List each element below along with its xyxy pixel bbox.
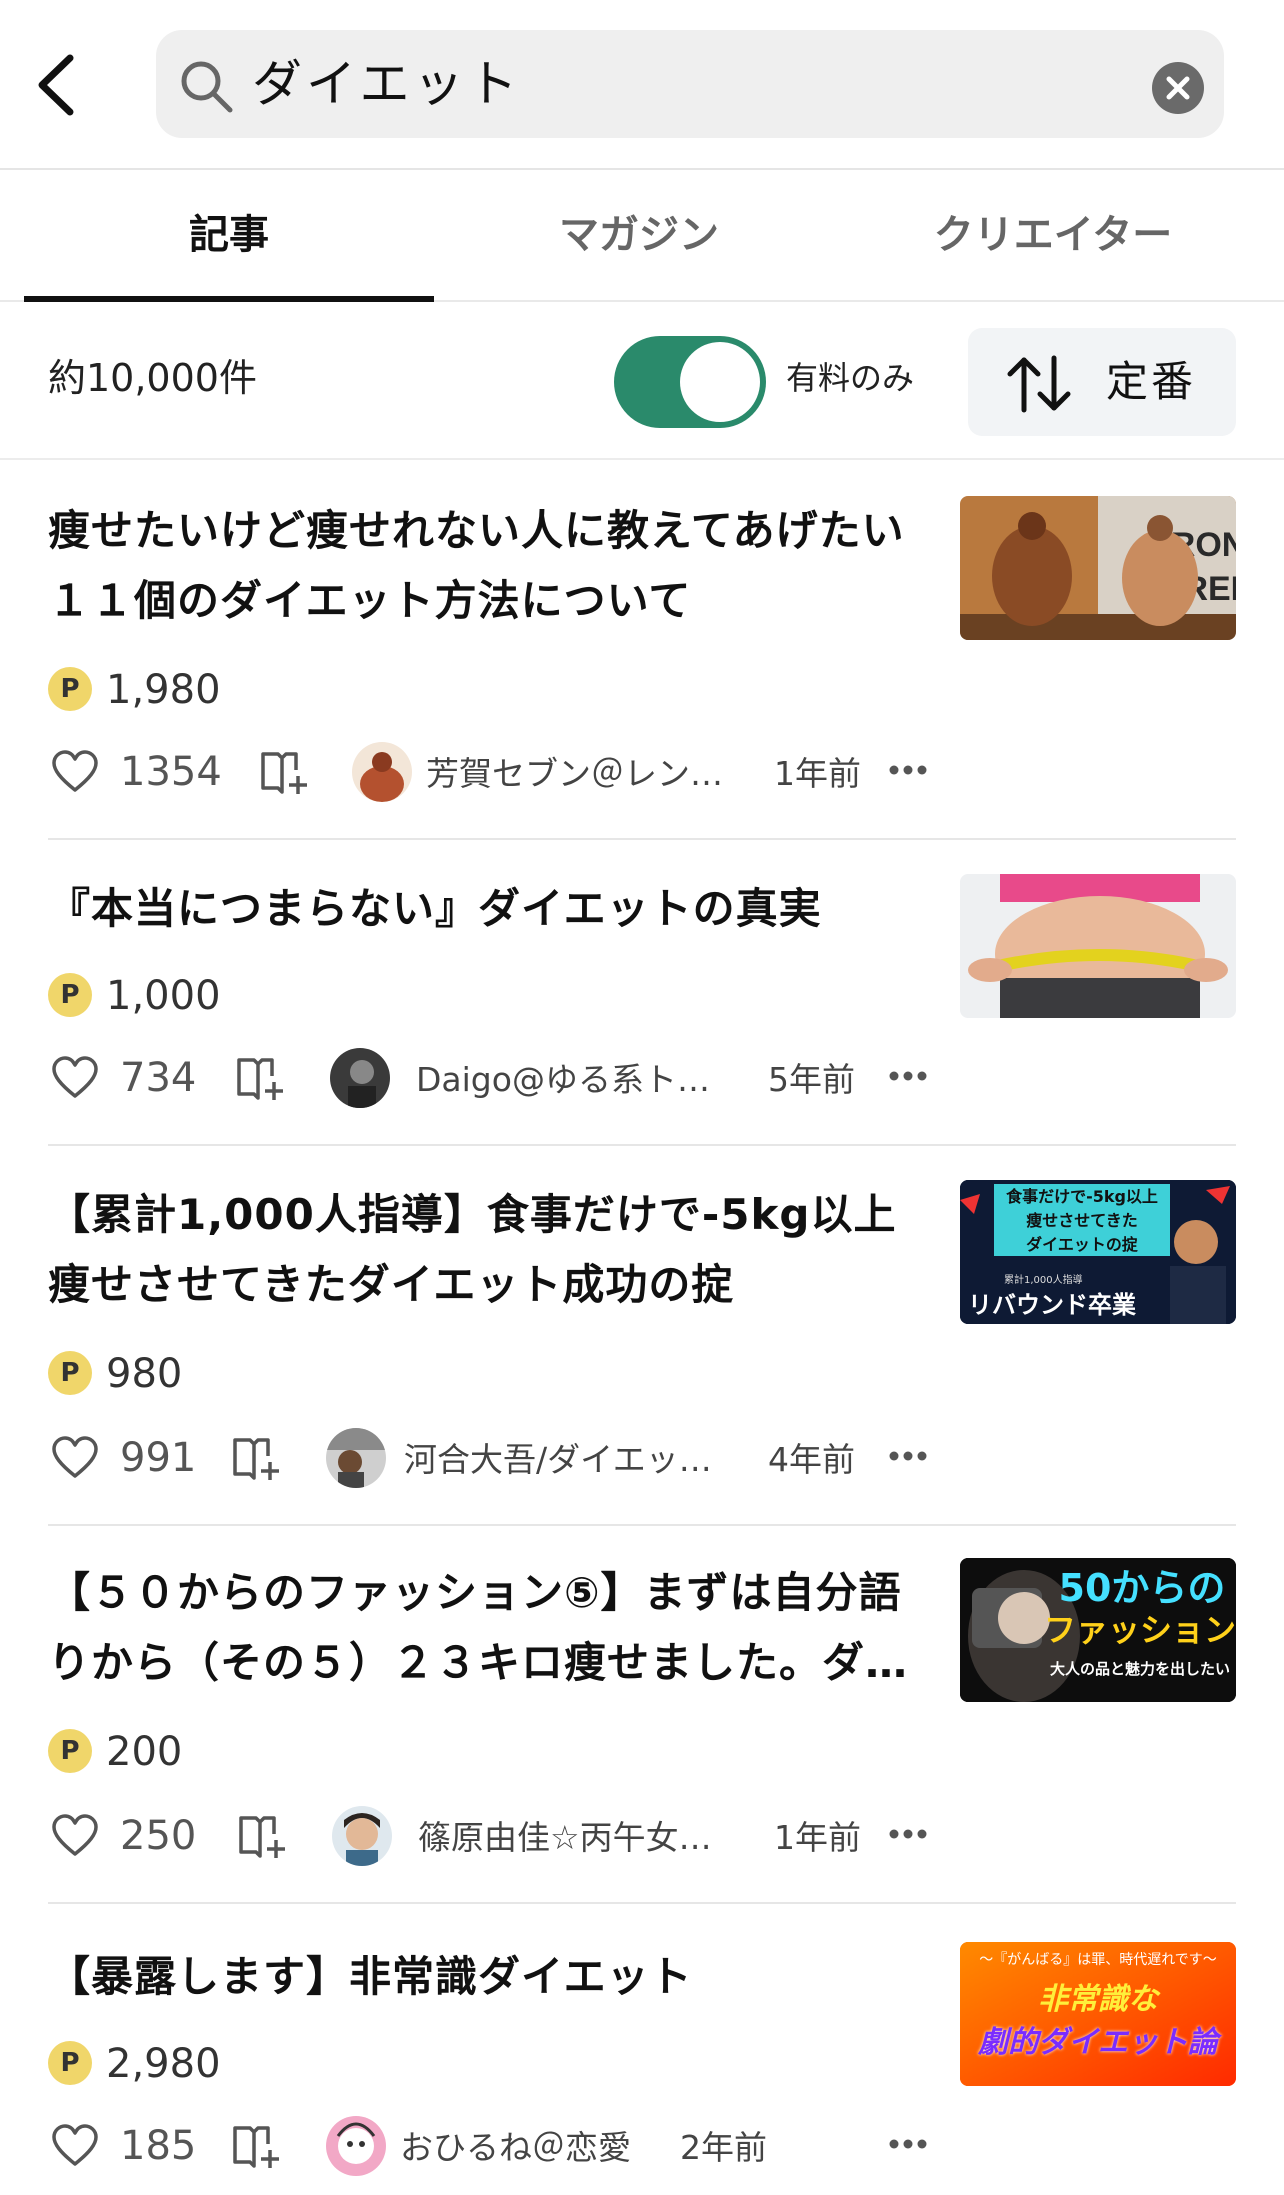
article-title[interactable]: 痩せたいけど痩せれない人に教えてあげたい１１個のダイエット方法について bbox=[48, 496, 928, 636]
avatar[interactable] bbox=[326, 1428, 386, 1488]
like-count: 185 bbox=[120, 2123, 197, 2169]
publish-date: 4年前 bbox=[768, 1440, 855, 1479]
close-icon bbox=[1166, 76, 1190, 100]
article-meta: 250 篠原由佳☆丙午女… 1年前 bbox=[48, 1806, 1236, 1866]
author-name[interactable]: 篠原由佳☆丙午女… bbox=[418, 1816, 712, 1860]
article-thumbnail[interactable]: 〜『がんばる』は罪、時代遅れです〜 非常識な 劇的ダイエット論 bbox=[960, 1942, 1236, 2086]
article-thumbnail[interactable]: 50からの ファッション 大人の品と魅力を出したい bbox=[960, 1558, 1236, 1702]
active-tab-indicator bbox=[24, 296, 434, 302]
heart-icon[interactable] bbox=[52, 750, 98, 794]
article-item[interactable]: 【暴露します】非常識ダイエット 〜『がんばる』は罪、時代遅れです〜 非常識な 劇… bbox=[48, 1942, 1236, 2195]
article-thumbnail[interactable]: 食事だけで-5kg以上 痩せさせてきた ダイエットの掟 累計1,000人指導 リ… bbox=[960, 1180, 1236, 1324]
publish-date: 1年前 bbox=[774, 754, 861, 793]
add-to-magazine-icon[interactable] bbox=[236, 1056, 286, 1102]
tab-creators[interactable]: クリエイター bbox=[844, 172, 1262, 302]
search-header: ダイエット bbox=[0, 0, 1284, 170]
banner-small: 累計1,000人指導 bbox=[1004, 1275, 1083, 1286]
heart-icon[interactable] bbox=[52, 1056, 98, 1100]
more-options-icon[interactable] bbox=[888, 2138, 928, 2150]
result-tabs: 記事 マガジン クリエイター bbox=[0, 172, 1284, 302]
more-options-icon[interactable] bbox=[888, 764, 928, 776]
banner-line2: ファッション bbox=[1044, 1611, 1236, 1649]
publish-date: 2年前 bbox=[680, 2128, 767, 2167]
article-meta: 1354 芳賀セブン＠レン… 1年前 bbox=[48, 742, 1236, 802]
paid-only-toggle[interactable] bbox=[614, 336, 766, 428]
like-count: 1354 bbox=[120, 749, 222, 795]
add-to-magazine-icon[interactable] bbox=[238, 1814, 288, 1860]
toggle-knob bbox=[680, 342, 760, 422]
filter-bar: 約10,000件 有料のみ 定番 bbox=[0, 304, 1284, 460]
article-item[interactable]: 痩せたいけど痩せれない人に教えてあげたい１１個のダイエット方法について TRON… bbox=[48, 496, 1236, 840]
tab-articles[interactable]: 記事 bbox=[24, 172, 434, 302]
article-title[interactable]: 【累計1,000人指導】食事だけで-5kg以上痩せさせてきたダイエット成功の掟 bbox=[48, 1180, 928, 1320]
result-count: 約10,000件 bbox=[48, 356, 257, 400]
sort-button[interactable]: 定番 bbox=[968, 328, 1236, 436]
banner-line2: 痩せさせてきた bbox=[1026, 1211, 1138, 1230]
article-item[interactable]: 【累計1,000人指導】食事だけで-5kg以上痩せさせてきたダイエット成功の掟 … bbox=[48, 1180, 1236, 1526]
author-name[interactable]: おひるね＠恋愛 bbox=[400, 2126, 631, 2170]
belly-measuring-tape-photo-icon bbox=[960, 874, 1236, 1018]
article-price: P 1,980 bbox=[48, 664, 221, 716]
like-count: 734 bbox=[120, 1055, 197, 1101]
article-meta: 185 おひるね＠恋愛 2年前 bbox=[48, 2116, 1236, 2176]
more-options-icon[interactable] bbox=[888, 1828, 928, 1840]
avatar[interactable] bbox=[332, 1806, 392, 1866]
point-coin-icon: P bbox=[48, 1729, 92, 1773]
more-options-icon[interactable] bbox=[888, 1450, 928, 1462]
heart-icon[interactable] bbox=[52, 1814, 98, 1858]
bodybuilder-photo-icon: TRONG STRENG bbox=[960, 496, 1236, 640]
paid-only-label: 有料のみ bbox=[786, 359, 915, 397]
point-coin-icon: P bbox=[48, 1351, 92, 1395]
tab-magazines[interactable]: マガジン bbox=[434, 172, 844, 302]
point-coin-icon: P bbox=[48, 2041, 92, 2085]
search-icon bbox=[181, 61, 233, 113]
sort-label: 定番 bbox=[1106, 357, 1197, 406]
author-name[interactable]: Daigo@ゆる系ト… bbox=[416, 1058, 710, 1102]
chevron-left-icon bbox=[38, 54, 74, 116]
point-coin-icon: P bbox=[48, 973, 92, 1017]
add-to-magazine-icon[interactable] bbox=[260, 750, 310, 796]
banner-line1: 50からの bbox=[1058, 1566, 1226, 1610]
like-count: 991 bbox=[120, 1435, 197, 1481]
add-to-magazine-icon[interactable] bbox=[232, 2124, 282, 2170]
point-coin-icon: P bbox=[48, 667, 92, 711]
article-price: P 200 bbox=[48, 1726, 182, 1778]
heart-icon[interactable] bbox=[52, 1436, 98, 1480]
banner-line3: 大人の品と魅力を出したい bbox=[1049, 1660, 1230, 1678]
article-price: P 980 bbox=[48, 1348, 182, 1400]
author-name[interactable]: 芳賀セブン＠レン… bbox=[426, 752, 723, 796]
sort-arrows-icon bbox=[1007, 355, 1071, 413]
banner-bottom: リバウンド卒業 bbox=[968, 1290, 1136, 1319]
article-title[interactable]: 『本当につまらない』ダイエットの真実 bbox=[48, 874, 928, 944]
banner-line3: ダイエットの掟 bbox=[1026, 1235, 1138, 1254]
avatar[interactable] bbox=[326, 2116, 386, 2176]
avatar[interactable] bbox=[352, 742, 412, 802]
article-thumbnail[interactable]: TRONG STRENG bbox=[960, 496, 1236, 640]
back-button[interactable] bbox=[30, 50, 90, 120]
publish-date: 5年前 bbox=[768, 1060, 855, 1099]
article-price: P 1,000 bbox=[48, 970, 221, 1022]
author-name[interactable]: 河合大吾/ダイエッ… bbox=[404, 1438, 712, 1482]
search-input[interactable]: ダイエット bbox=[156, 30, 1224, 138]
article-item[interactable]: 『本当につまらない』ダイエットの真実 P 1,000 734 Daigo@ゆる系ト… bbox=[48, 874, 1236, 1146]
banner-line1: 〜『がんばる』は罪、時代遅れです〜 bbox=[979, 1952, 1217, 1968]
article-item[interactable]: 【５０からのファッション⑤】まずは自分語りから（その５）２３キロ痩せました。ダイ… bbox=[48, 1558, 1236, 1904]
search-query: ダイエット bbox=[252, 55, 522, 113]
article-title[interactable]: 【暴露します】非常識ダイエット bbox=[48, 1942, 928, 2012]
like-count: 250 bbox=[120, 1813, 197, 1859]
add-to-magazine-icon[interactable] bbox=[232, 1436, 282, 1482]
article-price: P 2,980 bbox=[48, 2038, 221, 2090]
publish-date: 1年前 bbox=[774, 1818, 861, 1857]
avatar[interactable] bbox=[330, 1048, 390, 1108]
banner-line3: 劇的ダイエット論 bbox=[978, 2025, 1218, 2060]
banner-line2: 非常識な bbox=[1038, 1982, 1158, 2017]
article-title[interactable]: 【５０からのファッション⑤】まずは自分語りから（その５）２３キロ痩せました。ダイ… bbox=[48, 1558, 928, 1698]
article-meta: 734 Daigo@ゆる系ト… 5年前 bbox=[48, 1048, 1236, 1108]
heart-icon[interactable] bbox=[52, 2124, 98, 2168]
more-options-icon[interactable] bbox=[888, 1070, 928, 1082]
banner-line1: 食事だけで-5kg以上 bbox=[1006, 1187, 1158, 1206]
article-meta: 991 河合大吾/ダイエッ… 4年前 bbox=[48, 1428, 1236, 1488]
clear-search-button[interactable] bbox=[1152, 62, 1204, 114]
article-thumbnail[interactable] bbox=[960, 874, 1236, 1018]
